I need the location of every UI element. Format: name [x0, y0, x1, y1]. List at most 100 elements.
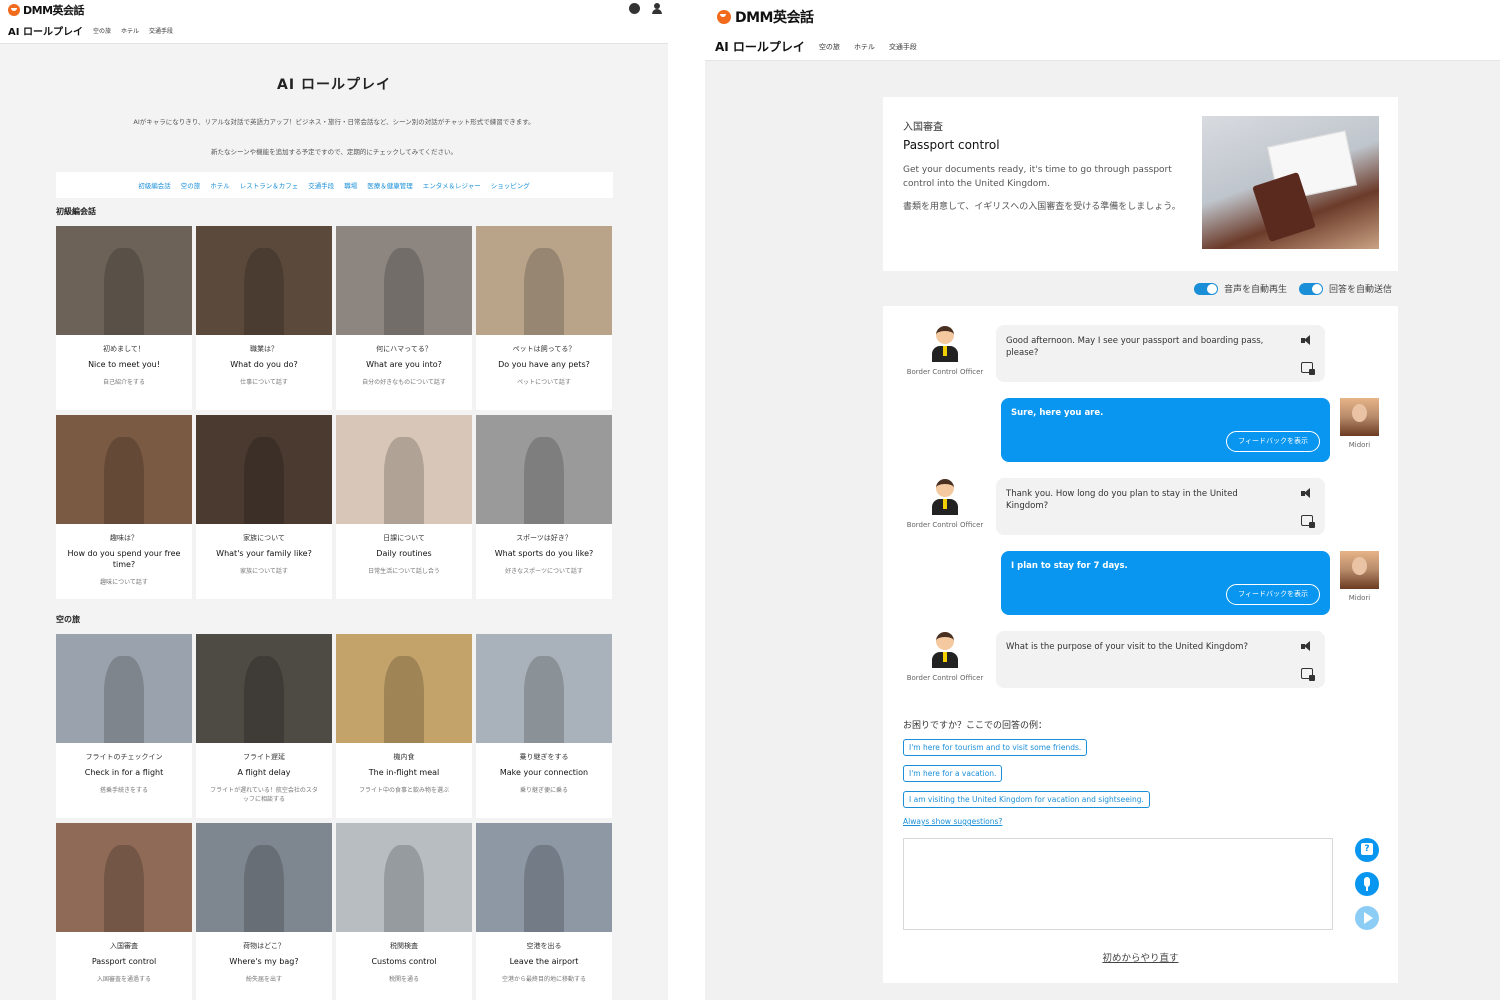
category-link[interactable]: エンタメ＆レジャー [423, 180, 481, 190]
reply-input[interactable] [903, 838, 1333, 930]
page-title: AI ロールプレイ [277, 77, 391, 93]
user-name: Midori [1348, 441, 1371, 449]
subnav-link-hotel[interactable]: ホテル [121, 26, 139, 35]
scenario-subtitle: 趣味について話す [100, 579, 148, 586]
scenario-en-title: Where's my bag? [229, 957, 299, 966]
scenario-jp-title: 入国審査 [903, 122, 943, 133]
dmm-logo-icon [717, 10, 731, 24]
category-link[interactable]: 医療＆健康管理 [367, 180, 413, 190]
suggestion-chip[interactable]: I am visiting the United Kingdom for vac… [903, 791, 1150, 808]
scenario-card[interactable]: 職業は？ What do you do? 仕事について話す [196, 226, 332, 410]
scenario-jp-title: 荷物はどこ？ [243, 942, 285, 950]
category-link[interactable]: 初級編会話 [138, 180, 171, 190]
scenario-en-title: Nice to meet you! [88, 360, 160, 369]
scenario-thumbnail [56, 415, 192, 524]
user-icon[interactable] [652, 3, 662, 14]
category-link[interactable]: 交通手段 [308, 180, 334, 190]
subnav-brand[interactable]: AI ロールプレイ [8, 23, 83, 38]
scenario-jp-title: 税関検査 [390, 942, 418, 950]
scenario-thumbnail [336, 634, 472, 743]
scenario-card[interactable]: 乗り継ぎをする Make your connection 乗り継ぎ便に乗る [476, 634, 612, 818]
subnav-link-air-travel[interactable]: 空の旅 [819, 42, 840, 52]
page-description: AIがキャラになりきり、リアルな対話で英語力アップ！ビジネス・旅行・日常会話など… [133, 118, 535, 126]
scenario-card[interactable]: 機内食 The in-flight meal フライト中の食事と飲み物を選ぶ [336, 634, 472, 818]
restart-link[interactable]: 初めからやり直す [883, 950, 1398, 964]
scenario-grid-beginner: 初めまして！ Nice to meet you! 自己紹介をする 職業は？ What d… [56, 226, 613, 604]
scenario-card[interactable]: 日課について Daily routines 日常生活について話し合う [336, 415, 472, 599]
toggle-row: 音声を自動再生 回答を自動送信 [1193, 282, 1398, 295]
microphone-button[interactable] [1355, 872, 1379, 896]
bot-message-text: Thank you. How long do you plan to stay … [1006, 489, 1238, 511]
scenario-card[interactable]: ペットは飼ってる？ Do you have any pets? ペットについて話す [476, 226, 612, 410]
officer-name: Border Control Officer [906, 368, 984, 376]
scenario-card[interactable]: スポーツは好き？ What sports do you like? 好きなスポーツに… [476, 415, 612, 599]
subnav-link-transport[interactable]: 交通手段 [149, 26, 173, 35]
autoplay-toggle[interactable] [1193, 282, 1218, 295]
always-show-suggestions-link[interactable]: Always show suggestions? [903, 817, 1002, 826]
scenario-jp-title: 乗り継ぎをする [519, 753, 569, 761]
speaker-icon[interactable] [1301, 335, 1313, 345]
speaker-icon[interactable] [1301, 488, 1313, 498]
bot-message-text: What is the purpose of your visit to the… [1006, 642, 1248, 652]
show-feedback-button[interactable]: フィードバックを表示 [1226, 584, 1320, 605]
suggestion-chip[interactable]: I'm here for a vacation. [903, 765, 1003, 782]
chat-pane: DMM英会話 AI ロールプレイ 空の旅 ホテル 交通手段 入国審査 Passp… [705, 0, 1500, 1000]
scenario-subtitle: 仕事について話す [240, 379, 288, 386]
category-link[interactable]: ショッピング [491, 180, 530, 190]
scenario-card[interactable]: 空港を出る Leave the airport 空港から最終目的地に移動する [476, 823, 612, 1000]
translate-icon[interactable] [1301, 668, 1315, 681]
scenario-card: 入国審査 Passport control Get your documents… [883, 97, 1398, 271]
subnav-link-transport[interactable]: 交通手段 [889, 42, 917, 52]
scenario-en-title: Passport control [903, 138, 1000, 152]
translate-icon[interactable] [1301, 362, 1315, 375]
scenario-subtitle: 乗り継ぎ便に乗る [519, 787, 568, 794]
scenario-card[interactable]: フライトのチェックイン Check in for a flight 搭乗手続きをする [56, 634, 192, 818]
scenario-jp-title: フライト遅延 [243, 753, 285, 761]
scenario-card[interactable]: 家族について What's your family like? 家族について話す [196, 415, 332, 599]
section-title-beginner: 初級編会話 [56, 207, 96, 216]
bot-message: Good afternoon. May I see your passport … [996, 325, 1325, 382]
scenario-card[interactable]: 趣味は？ How do you spend your free time? 趣味につ… [56, 415, 192, 599]
scenario-subtitle: フライトが遅れている！航空会社のスタッフに相談する [210, 787, 318, 803]
globe-icon[interactable] [629, 3, 640, 14]
scenario-en-title: Make your connection [499, 768, 589, 777]
scenario-en-title: How do you spend your free time? [67, 549, 181, 569]
subnav-brand[interactable]: AI ロールプレイ [715, 38, 805, 55]
scenario-jp-title: 何にハマってる？ [376, 345, 432, 353]
scenario-card[interactable]: 初めまして！ Nice to meet you! 自己紹介をする [56, 226, 192, 410]
scenario-jp-title: 空港を出る [526, 942, 562, 950]
suggestion-chip[interactable]: I'm here for tourism and to visit some f… [903, 739, 1088, 756]
scenario-en-title: What sports do you like? [494, 549, 594, 558]
scenario-card[interactable]: 何にハマってる？ What are you into? 自分の好きなものについて話す [336, 226, 472, 410]
subnav-link-hotel[interactable]: ホテル [854, 42, 875, 52]
category-link[interactable]: ホテル [210, 180, 230, 190]
scenario-en-title: Customs control [371, 957, 437, 966]
scenario-thumbnail [56, 226, 192, 335]
scenario-en-title: What do you do? [230, 360, 298, 369]
speaker-icon[interactable] [1301, 641, 1313, 651]
suggestions-heading: お困りですか？ここでの回答の例： [903, 721, 1048, 731]
scenario-jp-title: 家族について [243, 534, 285, 542]
autosend-toggle[interactable] [1298, 282, 1323, 295]
scenario-subtitle: 搭乗手続きをする [99, 787, 148, 794]
scenario-jp-title: 職業は？ [250, 345, 278, 353]
subnav-link-air-travel[interactable]: 空の旅 [93, 26, 111, 35]
scenario-thumbnail [476, 226, 612, 335]
show-feedback-button[interactable]: フィードバックを表示 [1226, 431, 1320, 452]
dmm-logo[interactable]: DMM英会話 [8, 2, 85, 18]
scenario-card[interactable]: 入国審査 Passport control 入国審査を通過する [56, 823, 192, 1000]
user-avatar [1340, 398, 1379, 436]
subnav: AI ロールプレイ 空の旅 ホテル 交通手段 [715, 38, 917, 55]
scenario-card[interactable]: 税関検査 Customs control 税関を通る [336, 823, 472, 1000]
dmm-logo[interactable]: DMM英会話 [717, 7, 814, 27]
help-button[interactable] [1355, 838, 1379, 862]
translate-icon[interactable] [1301, 515, 1315, 528]
scenario-card[interactable]: 荷物はどこ？ Where's my bag? 紛失届を出す [196, 823, 332, 1000]
scenario-subtitle: 入国審査を通過する [96, 976, 151, 983]
scenario-card[interactable]: フライト遅延 A flight delay フライトが遅れている！航空会社のスタッフ… [196, 634, 332, 818]
category-link[interactable]: レストラン＆カフェ [240, 180, 299, 190]
logo-text: DMM英会話 [735, 10, 814, 26]
category-link[interactable]: 職場 [344, 180, 357, 190]
send-button[interactable] [1355, 906, 1379, 930]
category-link[interactable]: 空の旅 [181, 180, 201, 190]
